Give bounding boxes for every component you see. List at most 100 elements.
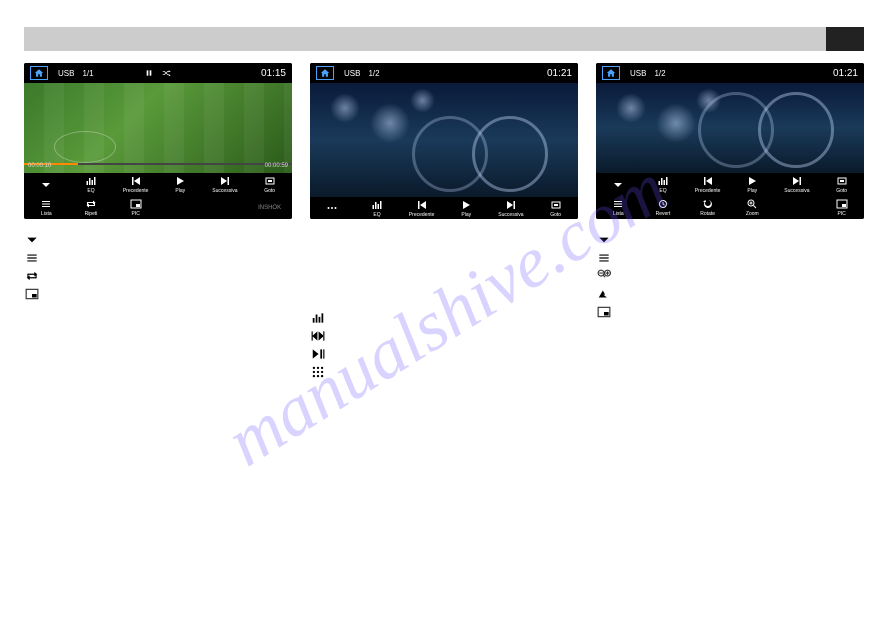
legend-row bbox=[24, 267, 292, 285]
legend-row bbox=[596, 231, 864, 249]
video-area-3[interactable] bbox=[596, 83, 864, 173]
pic-button[interactable]: PIC bbox=[121, 198, 151, 217]
source-label: USB bbox=[58, 69, 74, 78]
next-button[interactable]: Successiva bbox=[782, 175, 812, 194]
video-area-2[interactable] bbox=[310, 83, 578, 197]
spacer-button bbox=[782, 202, 812, 214]
next-button[interactable]: Successiva bbox=[496, 199, 526, 218]
eq-icon bbox=[310, 311, 326, 325]
pause-shuffle-icons bbox=[145, 69, 171, 77]
ctrl-row-1a: EQ Precedente Play Successiva Goto bbox=[24, 173, 292, 196]
goto-button[interactable]: Goto bbox=[541, 199, 571, 218]
list-button[interactable]: Lista bbox=[31, 198, 61, 217]
ctrl-label: Goto bbox=[550, 212, 561, 218]
rotate-button[interactable]: Rotate bbox=[693, 198, 723, 217]
col-1: USB 1/1 01:15 00:00:10 00:00:59 EQ Preced… bbox=[24, 63, 292, 381]
screen-2-topbar: USB 1/2 01:21 bbox=[310, 63, 578, 83]
screen-3-topbar: USB 1/2 01:21 bbox=[596, 63, 864, 83]
ctrl-label: Successiva bbox=[784, 188, 809, 194]
track-label: 1/1 bbox=[82, 69, 93, 78]
columns: USB 1/1 01:15 00:00:10 00:00:59 EQ Preced… bbox=[24, 63, 866, 381]
ctrl-label: Precedente bbox=[695, 188, 721, 194]
list-button[interactable]: Lista bbox=[603, 198, 633, 217]
screen-2: USB 1/2 01:21 EQ Precedente Play Successiva… bbox=[310, 63, 578, 219]
ctrl-label: PIC bbox=[837, 211, 845, 217]
ctrl-label: Successiva bbox=[212, 188, 237, 194]
shuffle-icon bbox=[161, 69, 171, 77]
chevron-down-button[interactable] bbox=[31, 179, 61, 191]
ctrl-label: EQ bbox=[373, 212, 380, 218]
home-button[interactable] bbox=[30, 66, 48, 80]
pic-small-icon bbox=[24, 287, 40, 301]
chevron-down-button[interactable] bbox=[603, 179, 633, 191]
ctrl-label: PIC bbox=[131, 211, 139, 217]
home-button[interactable] bbox=[602, 66, 620, 80]
list-icon bbox=[596, 251, 612, 265]
legend-2 bbox=[310, 309, 578, 381]
controls-1: EQ Precedente Play Successiva Goto Lista Ripe… bbox=[24, 173, 292, 219]
ctrl-row-3a: EQ Precedente Play Successiva Goto bbox=[596, 173, 864, 196]
screen-1-topbar: USB 1/1 01:15 bbox=[24, 63, 292, 83]
rotate-tri-icon bbox=[596, 287, 612, 301]
dots-button[interactable] bbox=[317, 202, 347, 214]
repeat-button[interactable]: Ripeti bbox=[76, 198, 106, 217]
legend-3 bbox=[596, 231, 864, 321]
ctrl-label: EQ bbox=[659, 188, 666, 194]
ctrl-row-3b: Lista Revert Rotate Zoom PIC bbox=[596, 196, 864, 219]
track-label: 1/2 bbox=[368, 69, 379, 78]
goto-button[interactable]: Goto bbox=[827, 175, 857, 194]
ctrl-label: Precedente bbox=[409, 212, 435, 218]
pic-button[interactable]: PIC bbox=[827, 198, 857, 217]
brand-button[interactable]: INSHOK bbox=[255, 205, 285, 211]
chevron-down-icon bbox=[596, 233, 612, 247]
spacer-button bbox=[210, 202, 240, 214]
ctrl-label: Successiva bbox=[498, 212, 523, 218]
video-area-1[interactable]: 00:00:10 00:00:59 bbox=[24, 83, 292, 173]
ctrl-label: Ripeti bbox=[85, 211, 98, 217]
playpause-icon bbox=[310, 347, 326, 361]
clock: 01:15 bbox=[261, 68, 286, 79]
goto-button[interactable]: Goto bbox=[255, 175, 285, 194]
source-label: USB bbox=[630, 69, 646, 78]
play-button[interactable]: Play bbox=[451, 199, 481, 218]
chevron-down-icon bbox=[24, 233, 40, 247]
eq-button[interactable]: EQ bbox=[648, 175, 678, 194]
ctrl-row-2a: EQ Precedente Play Successiva Goto bbox=[310, 197, 578, 219]
ctrl-label: Revert bbox=[656, 211, 671, 217]
eq-button[interactable]: EQ bbox=[76, 175, 106, 194]
source-label: USB bbox=[344, 69, 360, 78]
ctrl-label: Goto bbox=[836, 188, 847, 194]
controls-3: EQ Precedente Play Successiva Goto Lista Reve… bbox=[596, 173, 864, 219]
play-button[interactable]: Play bbox=[737, 175, 767, 194]
ctrl-label: Goto bbox=[264, 188, 275, 194]
prevnext-icon bbox=[310, 329, 326, 343]
track-label: 1/2 bbox=[654, 69, 665, 78]
next-button[interactable]: Successiva bbox=[210, 175, 240, 194]
clock: 01:21 bbox=[547, 68, 572, 79]
prev-button[interactable]: Precedente bbox=[121, 175, 151, 194]
ctrl-label: Play bbox=[461, 212, 471, 218]
prev-button[interactable]: Precedente bbox=[407, 199, 437, 218]
pause-icon bbox=[145, 69, 153, 77]
zoominout-icon bbox=[596, 269, 612, 283]
ctrl-label: Zoom bbox=[746, 211, 759, 217]
legend-row bbox=[596, 249, 864, 267]
play-button[interactable]: Play bbox=[165, 175, 195, 194]
ctrl-label: Rotate bbox=[700, 211, 715, 217]
zoom-button[interactable]: Zoom bbox=[737, 198, 767, 217]
ctrl-label: Lista bbox=[613, 211, 624, 217]
legend-row bbox=[310, 345, 578, 363]
elapsed: 00:00:10 bbox=[28, 163, 51, 173]
screen-1: USB 1/1 01:15 00:00:10 00:00:59 EQ Preced… bbox=[24, 63, 292, 219]
legend-row bbox=[24, 231, 292, 249]
home-button[interactable] bbox=[316, 66, 334, 80]
legend-row bbox=[310, 327, 578, 345]
ctrl-label: Lista bbox=[41, 211, 52, 217]
controls-2: EQ Precedente Play Successiva Goto bbox=[310, 197, 578, 219]
prev-button[interactable]: Precedente bbox=[693, 175, 723, 194]
revert-button[interactable]: Revert bbox=[648, 198, 678, 217]
eq-button[interactable]: EQ bbox=[362, 199, 392, 218]
ctrl-label: Precedente bbox=[123, 188, 149, 194]
repeat-icon bbox=[24, 269, 40, 283]
ctrl-label: EQ bbox=[87, 188, 94, 194]
